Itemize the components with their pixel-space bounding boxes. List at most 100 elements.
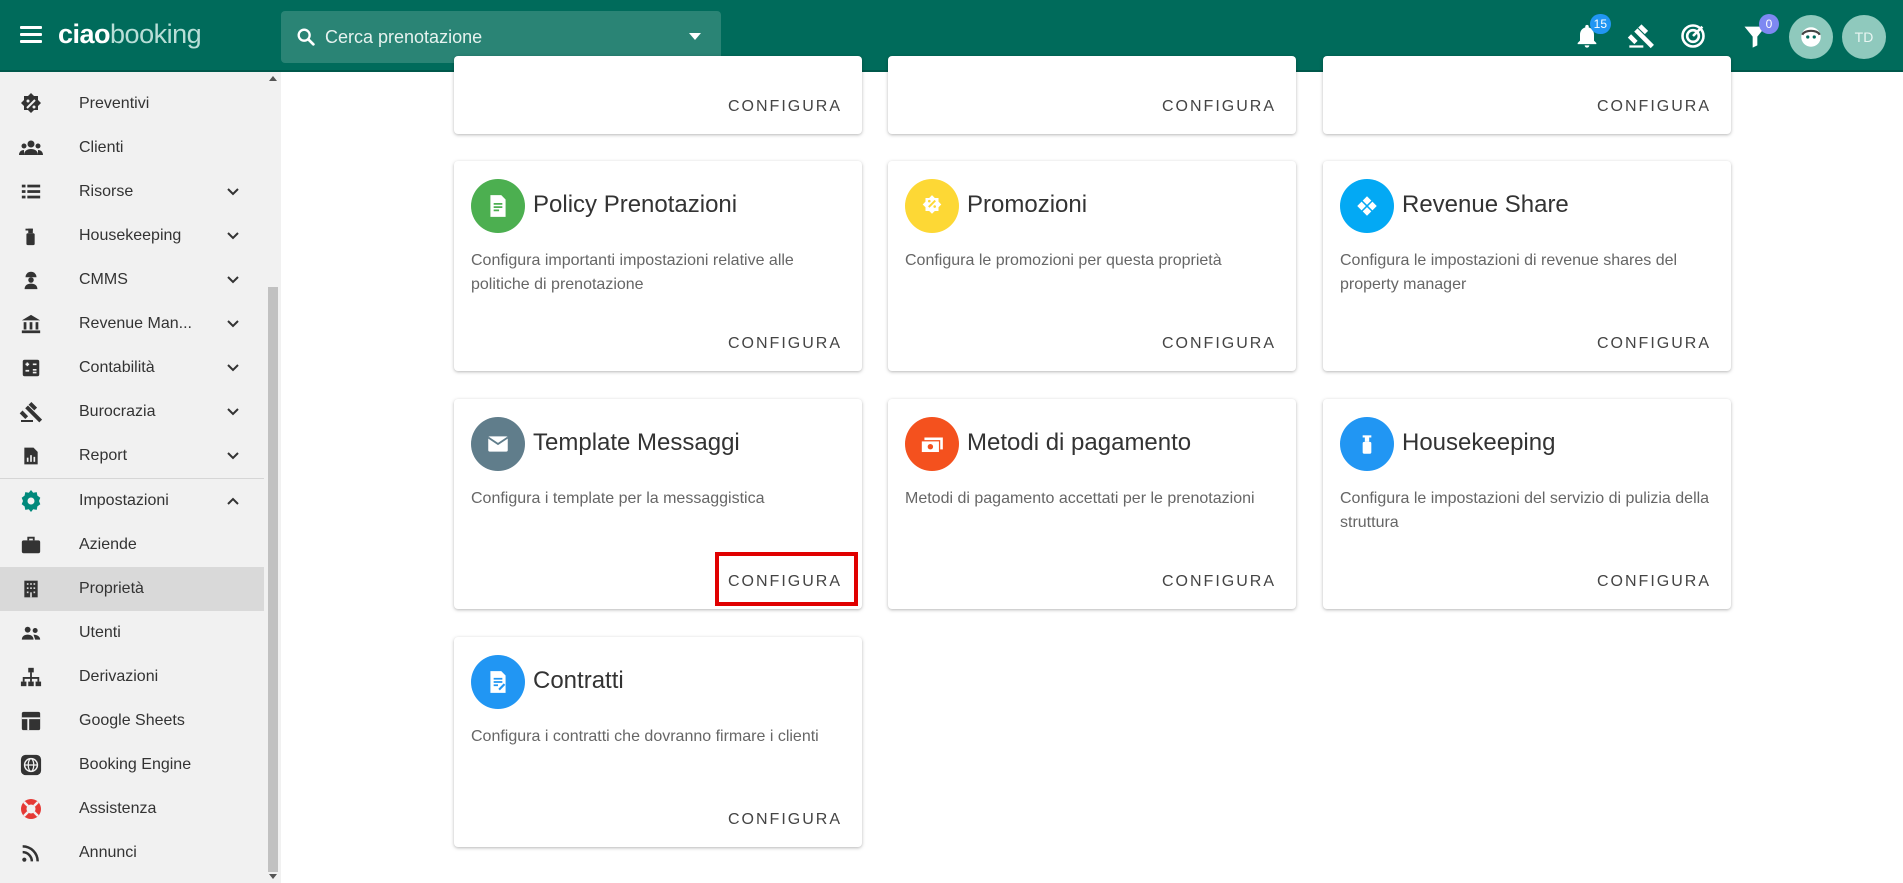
- card-title: Contratti: [533, 667, 624, 694]
- card-title: Policy Prenotazioni: [533, 191, 738, 218]
- sidebar-item-label: Contabilità: [79, 359, 155, 376]
- filter-badge: 0: [1759, 14, 1779, 34]
- promo-badge-icon: [905, 179, 959, 233]
- sidebar-item-booking-engine[interactable]: Booking Engine: [0, 743, 264, 787]
- settings-card: CONFIGURA: [454, 56, 862, 134]
- chevron-down-icon[interactable]: [689, 33, 701, 40]
- sidebar-item-derivazioni[interactable]: Derivazioni: [0, 655, 264, 699]
- configura-button[interactable]: CONFIGURA: [1160, 567, 1278, 597]
- search-input[interactable]: [325, 26, 665, 48]
- settings-card: CONFIGURA: [1323, 56, 1731, 134]
- sidebar-item-risorse[interactable]: Risorse: [0, 170, 264, 214]
- card-description: Configura i template per la messaggistic…: [471, 490, 765, 507]
- sidebar-item-contabilita[interactable]: Contabilità: [0, 346, 264, 390]
- menu-icon[interactable]: [20, 26, 42, 44]
- sidebar-item-label: CMMS: [79, 271, 128, 288]
- card-description: Configura i contratti che dovranno firma…: [471, 728, 819, 745]
- sidebar-item-annunci[interactable]: Annunci: [0, 831, 264, 875]
- gavel-icon: [18, 399, 44, 425]
- card-description: Configura le impostazioni del servizio d…: [1340, 490, 1710, 531]
- card-metodi-di-pagamento: Metodi di pagamento Metodi di pagamento …: [888, 399, 1296, 609]
- report-icon: [18, 443, 44, 469]
- worker-icon: [18, 267, 44, 293]
- chevron-down-icon[interactable]: [226, 449, 240, 463]
- sidebar-item-cmms[interactable]: CMMS: [0, 258, 264, 302]
- user-initials: TD: [1854, 29, 1874, 45]
- card-description: Configura importanti impostazioni relati…: [471, 252, 794, 293]
- policy-doc-icon: [471, 179, 525, 233]
- sidebar-item-label: Housekeeping: [79, 227, 182, 244]
- scroll-up-arrow[interactable]: [269, 76, 277, 81]
- sidebar-item-burocrazia[interactable]: Burocrazia: [0, 390, 264, 434]
- bell-icon[interactable]: 15: [1573, 14, 1611, 50]
- sidebar-item-preventivi[interactable]: Preventivi: [0, 82, 264, 126]
- configura-button[interactable]: CONFIGURA: [726, 329, 844, 359]
- card-title: Housekeeping: [1402, 429, 1556, 456]
- notifications-badge: 15: [1589, 14, 1611, 34]
- sidebar-item-label: Assistenza: [79, 800, 157, 817]
- user-avatar[interactable]: TD: [1842, 15, 1886, 59]
- sidebar-item-assistenza[interactable]: Assistenza: [0, 787, 264, 831]
- sitemap-icon: [18, 664, 44, 690]
- users-icon: [18, 135, 44, 161]
- percent-badge-icon: [18, 91, 44, 117]
- configura-button[interactable]: CONFIGURA: [726, 92, 844, 122]
- card-title: Template Messaggi: [533, 429, 740, 456]
- sheet-icon: [18, 708, 44, 734]
- sidebar-item-label: Booking Engine: [79, 756, 192, 773]
- globe-icon: [18, 752, 44, 778]
- building-icon: [18, 576, 44, 602]
- configura-button[interactable]: CONFIGURA: [1595, 92, 1713, 122]
- settings-card: CONFIGURA: [888, 56, 1296, 134]
- sidebar-item-google-sheets[interactable]: Google Sheets: [0, 699, 264, 743]
- sidebar-scrollbar[interactable]: [265, 72, 281, 883]
- envelope-icon: [471, 417, 525, 471]
- sidebar-item-utenti[interactable]: Utenti: [0, 611, 264, 655]
- scrollbar-thumb[interactable]: [268, 287, 278, 872]
- configura-button[interactable]: CONFIGURA: [1595, 329, 1713, 359]
- sidebar-item-label: Revenue Man...: [79, 315, 192, 332]
- sidebar-item-housekeeping[interactable]: Housekeeping: [0, 214, 264, 258]
- target-icon[interactable]: [1679, 22, 1707, 50]
- sidebar-item-aziende[interactable]: Aziende: [0, 523, 264, 567]
- chevron-down-icon[interactable]: [226, 317, 240, 331]
- chevron-down-icon[interactable]: [226, 229, 240, 243]
- card-title: Revenue Share: [1402, 191, 1569, 218]
- sidebar-item-label: Burocrazia: [79, 403, 156, 420]
- gavel-icon[interactable]: [1627, 22, 1655, 50]
- rss-icon: [18, 840, 44, 866]
- sidebar-item-clienti[interactable]: Clienti: [0, 126, 264, 170]
- chevron-up-icon[interactable]: [226, 494, 240, 508]
- scroll-down-arrow[interactable]: [269, 874, 277, 879]
- card-housekeeping: Housekeeping Configura le impostazioni d…: [1323, 399, 1731, 609]
- logo-bold-text: ciao: [58, 19, 111, 49]
- card-description: Configura le promozioni per questa propr…: [905, 252, 1222, 269]
- sidebar-item-label: Report: [79, 447, 128, 464]
- diamond-share-icon: [1340, 179, 1394, 233]
- filter-icon[interactable]: 0: [1741, 14, 1779, 50]
- sidebar-item-label: Preventivi: [79, 95, 150, 112]
- configura-button[interactable]: CONFIGURA: [726, 805, 844, 835]
- sidebar-item-label: Utenti: [79, 624, 121, 641]
- sidebar-item-label: Clienti: [79, 139, 124, 156]
- logo-light-text: booking: [110, 19, 202, 49]
- sidebar-item-report[interactable]: Report: [0, 434, 264, 478]
- chevron-down-icon[interactable]: [226, 185, 240, 199]
- card-contratti: Contratti Configura i contratti che dovr…: [454, 637, 862, 847]
- sidebar-item-impostazioni[interactable]: Impostazioni: [0, 478, 264, 522]
- chevron-down-icon[interactable]: [226, 361, 240, 375]
- support-avatar[interactable]: [1789, 15, 1833, 59]
- sidebar-item-label: Aziende: [79, 536, 137, 553]
- sidebar: Preventivi Clienti Risorse Housekeeping …: [0, 72, 281, 883]
- card-description: Configura le impostazioni di revenue sha…: [1340, 252, 1678, 293]
- app-logo[interactable]: ciaobooking: [58, 19, 202, 50]
- card-title: Promozioni: [967, 191, 1088, 218]
- configura-button[interactable]: CONFIGURA: [1595, 567, 1713, 597]
- configura-button[interactable]: CONFIGURA: [1160, 92, 1278, 122]
- chevron-down-icon[interactable]: [226, 273, 240, 287]
- sidebar-item-revenue-management[interactable]: Revenue Man...: [0, 302, 264, 346]
- configura-button[interactable]: CONFIGURA: [1160, 329, 1278, 359]
- chevron-down-icon[interactable]: [226, 405, 240, 419]
- sidebar-item-proprieta[interactable]: Proprietà: [0, 567, 264, 611]
- cash-icon: [905, 417, 959, 471]
